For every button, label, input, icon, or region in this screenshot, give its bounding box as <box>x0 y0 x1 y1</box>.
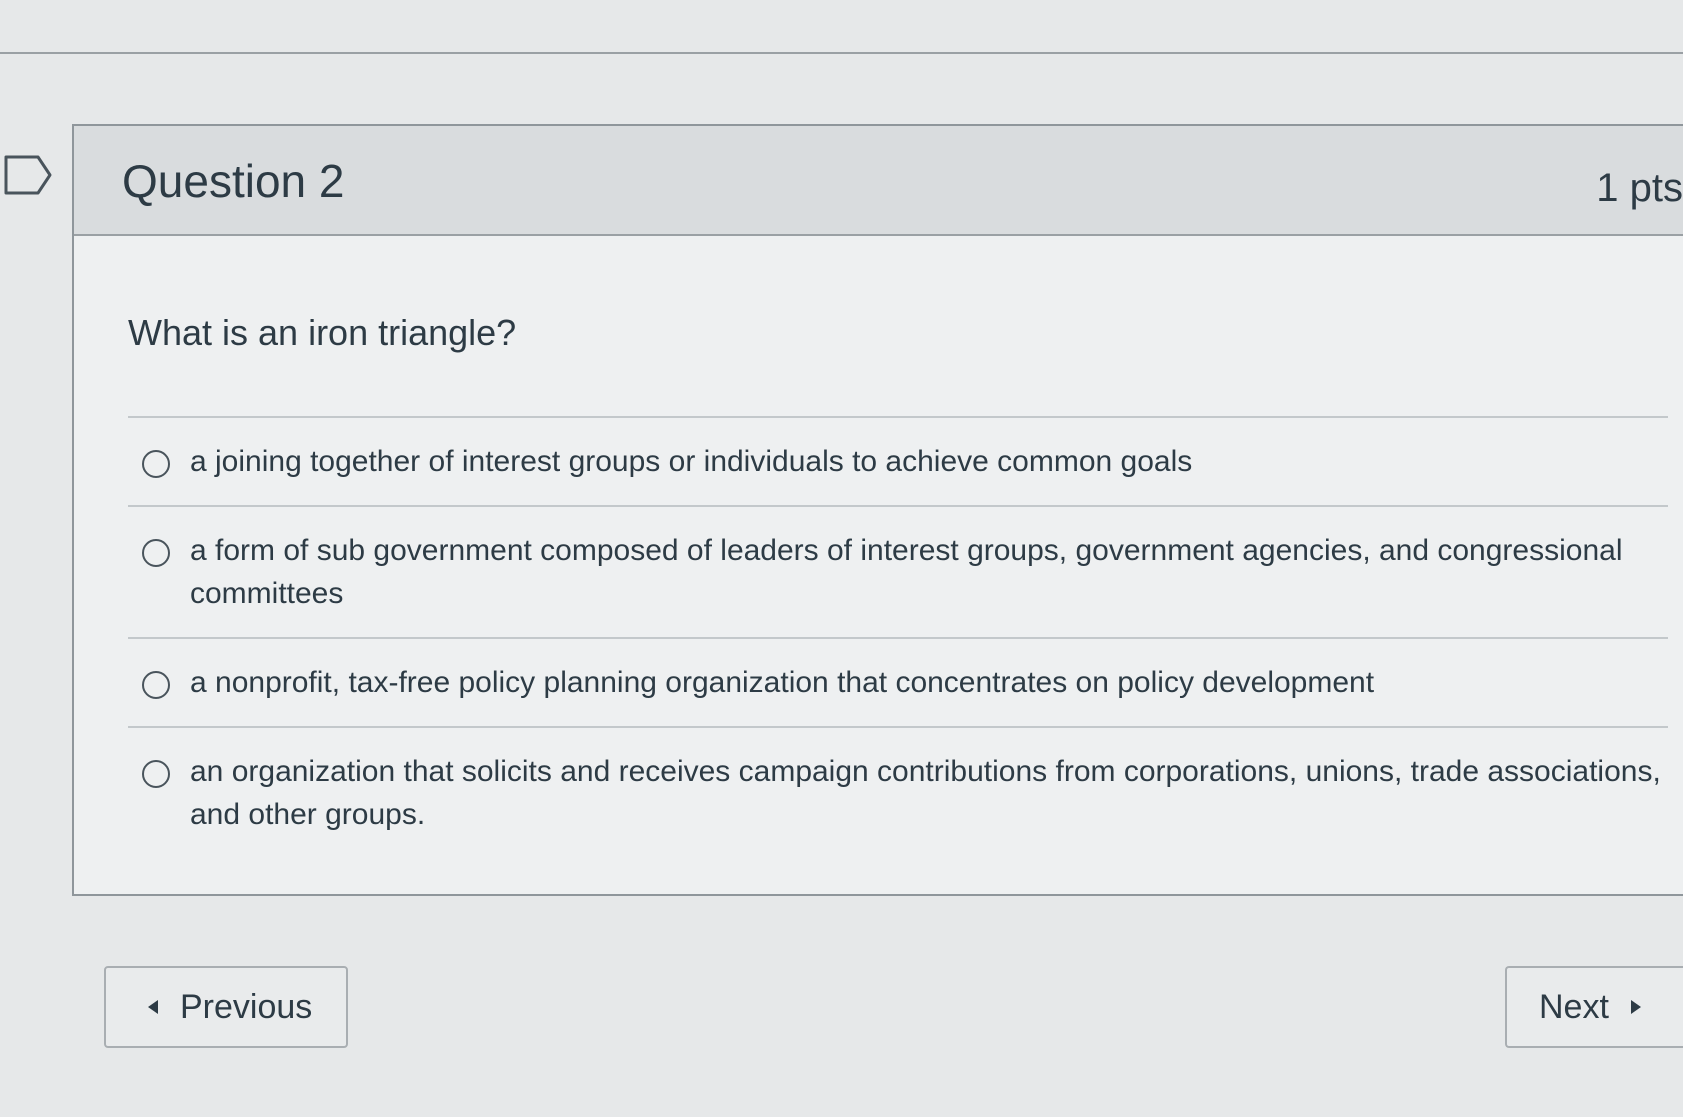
radio-button[interactable] <box>142 760 170 788</box>
flag-question-icon[interactable] <box>4 155 54 195</box>
next-label: Next <box>1539 987 1609 1026</box>
answer-option[interactable]: a form of sub government composed of lea… <box>128 505 1668 637</box>
previous-button[interactable]: Previous <box>104 966 348 1048</box>
answer-option[interactable]: a nonprofit, tax-free policy planning or… <box>128 637 1668 726</box>
answer-option[interactable]: an organization that solicits and receiv… <box>128 726 1668 836</box>
answer-label[interactable]: a joining together of interest groups or… <box>190 440 1668 483</box>
previous-label: Previous <box>180 987 313 1026</box>
answer-list: a joining together of interest groups or… <box>128 416 1668 836</box>
question-title: Question 2 <box>122 155 345 207</box>
answer-label[interactable]: a nonprofit, tax-free policy planning or… <box>190 661 1668 704</box>
next-button[interactable]: Next <box>1505 966 1683 1048</box>
answer-label[interactable]: an organization that solicits and receiv… <box>190 750 1668 836</box>
caret-right-icon <box>1630 1000 1641 1014</box>
radio-button[interactable] <box>142 450 170 478</box>
answer-option[interactable]: a joining together of interest groups or… <box>128 416 1668 505</box>
radio-button[interactable] <box>142 539 170 567</box>
caret-left-icon <box>148 1000 158 1014</box>
question-text: What is an iron triangle? <box>128 312 517 353</box>
top-divider <box>0 52 1683 54</box>
question-card: Question 2 1 pts What is an iron triangl… <box>72 124 1683 896</box>
question-header: Question 2 1 pts <box>74 126 1683 236</box>
question-points: 1 pts <box>1596 166 1683 210</box>
answer-label[interactable]: a form of sub government composed of lea… <box>190 529 1668 615</box>
radio-button[interactable] <box>142 671 170 699</box>
